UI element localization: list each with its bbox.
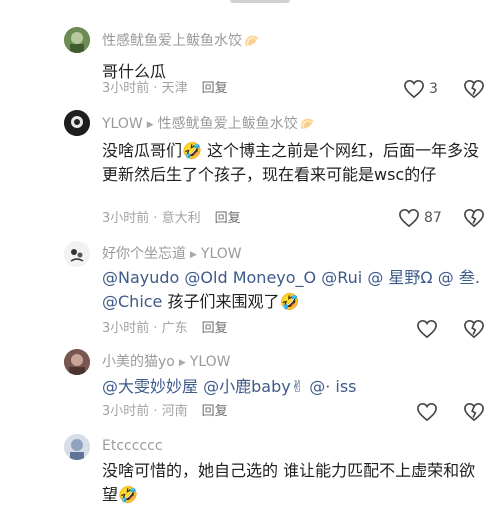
dislike-button[interactable] [463,208,485,228]
comment-meta: 3小时前 · 意大利 回复 [102,210,241,228]
time-location: 3小时前 · 河南 [102,404,188,419]
comment-body: 没啥瓜哥们🤣 这个博主之前是个网红，后面一年多没更新然后生了个孩子，现在看来可能… [102,141,480,184]
comment-body-text: 孩子们来围观了🤣 [162,292,300,311]
reply-arrow-icon: ▶ [190,250,197,260]
heart-icon[interactable] [416,402,438,422]
avatar[interactable] [64,434,90,460]
reply-to-name[interactable]: YLOW [201,246,242,262]
avatar[interactable] [64,27,90,53]
author-name-text[interactable]: 好你个坐忘道 [102,246,186,262]
author-emoji: 🥟 [244,34,259,48]
dislike-button[interactable] [463,402,485,422]
avatar[interactable] [64,241,90,267]
like-count: 87 [424,210,442,226]
time-location: 3小时前 · 广东 [102,321,188,336]
mention-link[interactable]: @ 星野Ω [367,268,432,287]
heart-icon[interactable] [403,79,425,99]
mention-link[interactable]: @大雯妙妙屋 [102,377,198,396]
author-name[interactable]: 好你个坐忘道 ▶ YLOW [102,244,242,266]
mention-link[interactable]: @Chice [102,292,162,311]
mention-link[interactable]: @· iss [309,377,356,396]
mention-link[interactable]: @ 叁. [438,268,480,287]
reply-arrow-icon: ▶ [178,358,186,368]
time-location: 3小时前 · 意大利 [102,211,201,226]
broken-heart-icon[interactable] [463,402,485,422]
avatar[interactable] [64,110,90,136]
broken-heart-icon[interactable] [463,319,485,339]
author-name-text[interactable]: YLOW [102,116,143,132]
like-button[interactable] [416,402,438,422]
like-button[interactable]: 3 [403,79,438,99]
avatar[interactable] [64,349,90,375]
broken-heart-icon[interactable] [463,79,485,99]
reply-button[interactable]: 回复 [202,81,228,96]
reply-to-name[interactable]: 性感鱿鱼爱上鲅鱼水饺 [158,116,298,132]
reply-to-emoji: 🥟 [299,117,315,131]
mention-link[interactable]: @小鹿baby✌ [203,377,304,396]
comment-meta: 3小时前 · 广东 回复 [102,320,228,338]
like-button[interactable] [416,319,438,339]
author-name[interactable]: YLOW ▶ 性感鱿鱼爱上鲅鱼水饺 🥟 [102,114,315,136]
author-name-text[interactable]: 小美的猫yo [102,354,175,370]
comment-body: 没啥可惜的，她自己选的 谁让能力匹配不上虚荣和欲望🤣 [102,461,476,504]
broken-heart-icon[interactable] [463,208,485,228]
heart-icon[interactable] [416,319,438,339]
reply-arrow-icon: ▶ [146,120,154,130]
mention-link[interactable]: @Old Moneyo_O [184,268,316,287]
comment-body: @大雯妙妙屋 @小鹿baby✌ @· iss [102,375,482,399]
dislike-button[interactable] [463,79,485,99]
comment-meta: 3小时前 · 河南 回复 [102,403,228,421]
mention-link[interactable]: @Nayudo [102,268,179,287]
like-button[interactable]: 87 [398,208,442,228]
comment-meta: 3小时前 · 天津 回复 [102,80,228,98]
dislike-button[interactable] [463,319,485,339]
heart-icon[interactable] [398,208,420,228]
reply-button[interactable]: 回复 [202,321,228,336]
author-name[interactable]: Etcccccc [102,436,163,456]
mention-link[interactable]: @Rui [321,268,362,287]
reply-button[interactable]: 回复 [202,404,228,419]
comment-body: @Nayudo @Old Moneyo_O @Rui @ 星野Ω @ 叁. @Ch… [102,266,492,314]
author-name[interactable]: 性感鱿鱼爱上鲅鱼水饺 🥟 [102,31,259,51]
reply-button[interactable]: 回复 [215,211,241,226]
author-name[interactable]: 小美的猫yo ▶ YLOW [102,352,231,374]
reply-to-name[interactable]: YLOW [190,354,231,370]
author-name-text[interactable]: Etcccccc [102,438,163,454]
like-count: 3 [429,81,438,97]
author-name-text[interactable]: 性感鱿鱼爱上鲅鱼水饺 [102,33,242,49]
time-location: 3小时前 · 天津 [102,81,188,96]
previous-content-edge [230,0,290,3]
